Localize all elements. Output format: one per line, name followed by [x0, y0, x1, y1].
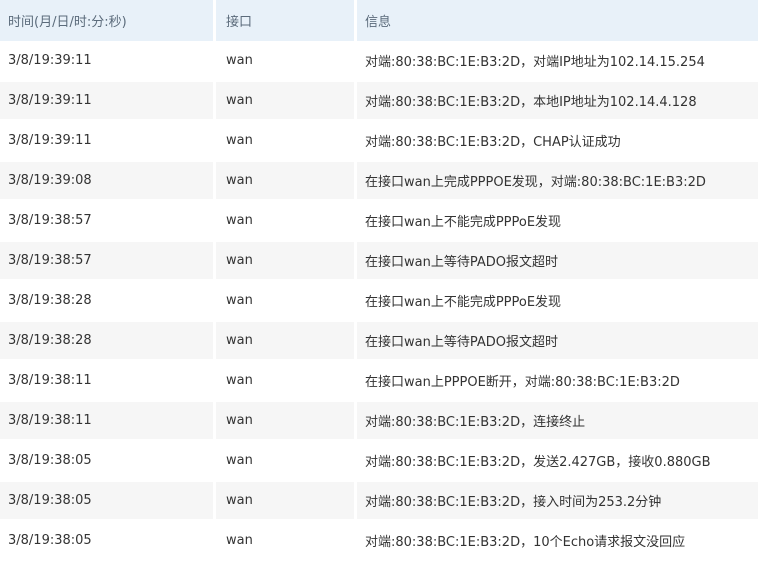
table-row: 3/8/19:38:28 wan 在接口wan上不能完成PPPoE发现: [0, 281, 758, 321]
cell-info: 对端:80:38:BC:1E:B3:2D，10个Echo请求报文没回应: [357, 522, 758, 560]
cell-time: 3/8/19:38:05: [0, 522, 213, 560]
cell-time: 3/8/19:38:57: [0, 242, 213, 280]
table-row: 3/8/19:39:11 wan 对端:80:38:BC:1E:B3:2D，CH…: [0, 121, 758, 161]
cell-interface: wan: [216, 282, 354, 320]
cell-interface: wan: [216, 82, 354, 120]
cell-time: 3/8/19:39:11: [0, 42, 213, 80]
cell-interface: wan: [216, 322, 354, 360]
cell-info: 在接口wan上不能完成PPPoE发现: [357, 202, 758, 240]
cell-info: 对端:80:38:BC:1E:B3:2D，连接终止: [357, 402, 758, 440]
cell-info: 在接口wan上等待PADO报文超时: [357, 242, 758, 280]
cell-info: 在接口wan上不能完成PPPoE发现: [357, 282, 758, 320]
table-row: 3/8/19:38:05 wan 对端:80:38:BC:1E:B3:2D，发送…: [0, 441, 758, 481]
cell-time: 3/8/19:38:11: [0, 402, 213, 440]
cell-time: 3/8/19:38:28: [0, 282, 213, 320]
cell-interface: wan: [216, 402, 354, 440]
column-header-time[interactable]: 时间(月/日/时:分:秒): [0, 0, 213, 41]
table-row: 3/8/19:38:05 wan 对端:80:38:BC:1E:B3:2D，接入…: [0, 481, 758, 521]
cell-interface: wan: [216, 42, 354, 80]
table-header-row: 时间(月/日/时:分:秒) 接口 信息: [0, 0, 758, 41]
cell-info: 在接口wan上PPPOE断开，对端:80:38:BC:1E:B3:2D: [357, 362, 758, 400]
table-row: 3/8/19:38:57 wan 在接口wan上等待PADO报文超时: [0, 241, 758, 281]
cell-time: 3/8/19:39:08: [0, 162, 213, 200]
cell-info: 对端:80:38:BC:1E:B3:2D，本地IP地址为102.14.4.128: [357, 82, 758, 120]
column-header-info[interactable]: 信息: [357, 0, 758, 41]
system-log-table: 时间(月/日/时:分:秒) 接口 信息 3/8/19:39:11 wan 对端:…: [0, 0, 758, 569]
cell-interface: wan: [216, 242, 354, 280]
cell-info: 在接口wan上等待PADO报文超时: [357, 322, 758, 360]
table-row: 3/8/19:38:05 wan 对端:80:38:BC:1E:B3:2D，10…: [0, 521, 758, 561]
column-header-interface[interactable]: 接口: [216, 0, 354, 41]
cell-interface: wan: [216, 202, 354, 240]
cell-info: 对端:80:38:BC:1E:B3:2D，对端IP地址为102.14.15.25…: [357, 42, 758, 80]
cell-interface: wan: [216, 522, 354, 560]
cell-time: 3/8/19:38:05: [0, 442, 213, 480]
table-row: 3/8/19:38:57 wan 在接口wan上不能完成PPPoE发现: [0, 201, 758, 241]
table-row: 3/8/19:38:28 wan 在接口wan上等待PADO报文超时: [0, 321, 758, 361]
cell-info: 对端:80:38:BC:1E:B3:2D，CHAP认证成功: [357, 122, 758, 160]
cell-info: 在接口wan上完成PPPOE发现，对端:80:38:BC:1E:B3:2D: [357, 162, 758, 200]
cell-interface: wan: [216, 162, 354, 200]
cell-info: 对端:80:38:BC:1E:B3:2D，接入时间为253.2分钟: [357, 482, 758, 520]
cell-time: 3/8/19:39:11: [0, 122, 213, 160]
cell-interface: wan: [216, 122, 354, 160]
table-row: 3/8/19:38:11 wan 对端:80:38:BC:1E:B3:2D，连接…: [0, 401, 758, 441]
table-row: 3/8/19:39:11 wan 对端:80:38:BC:1E:B3:2D，本地…: [0, 81, 758, 121]
table-row: 3/8/19:38:11 wan 在接口wan上PPPOE断开，对端:80:38…: [0, 361, 758, 401]
cell-interface: wan: [216, 362, 354, 400]
cell-time: 3/8/19:39:11: [0, 82, 213, 120]
cell-info: 对端:80:38:BC:1E:B3:2D，发送2.427GB，接收0.880GB: [357, 442, 758, 480]
table-row: 3/8/19:39:08 wan 在接口wan上完成PPPOE发现，对端:80:…: [0, 161, 758, 201]
cell-time: 3/8/19:38:28: [0, 322, 213, 360]
table-row: 3/8/19:39:11 wan 对端:80:38:BC:1E:B3:2D，对端…: [0, 41, 758, 81]
cell-time: 3/8/19:38:11: [0, 362, 213, 400]
cell-interface: wan: [216, 442, 354, 480]
cell-time: 3/8/19:38:05: [0, 482, 213, 520]
cell-interface: wan: [216, 482, 354, 520]
cell-time: 3/8/19:38:57: [0, 202, 213, 240]
table-body: 3/8/19:39:11 wan 对端:80:38:BC:1E:B3:2D，对端…: [0, 41, 758, 561]
